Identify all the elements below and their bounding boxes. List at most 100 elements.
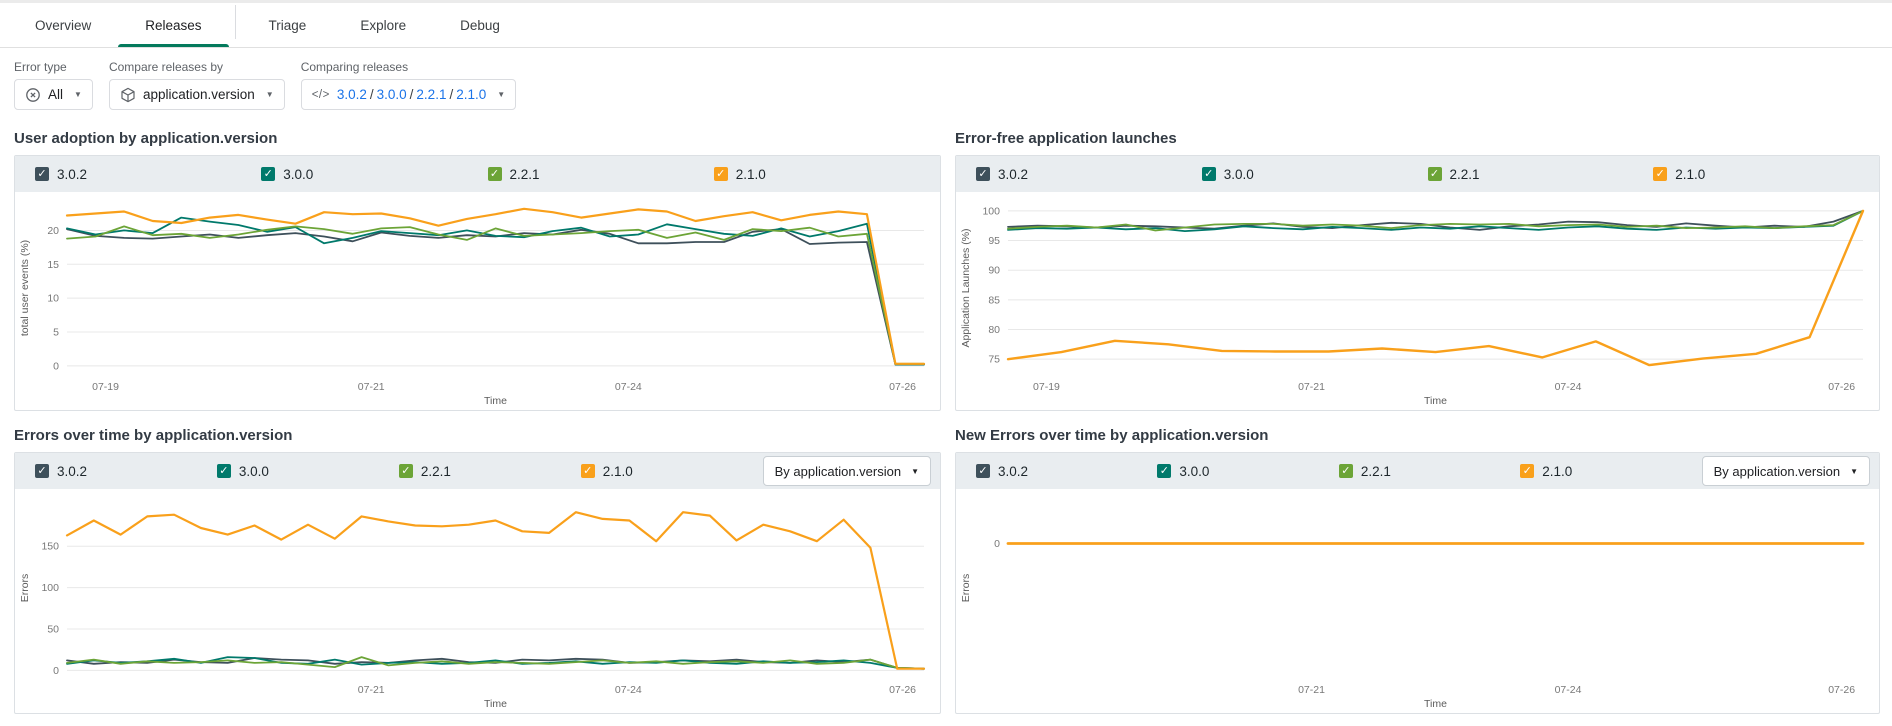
legend-item-2.1.0[interactable]: ✓ 2.1.0 (1520, 464, 1701, 479)
svg-text:07-19: 07-19 (92, 381, 119, 393)
legend-item-2.2.1[interactable]: ✓ 2.2.1 (488, 167, 714, 182)
group-by-dropdown[interactable]: By application.version▼ (763, 456, 931, 486)
legend-item-3.0.2[interactable]: ✓3.0.2 (976, 167, 1202, 182)
charts-grid: User adoption by application.version ✓3.… (0, 124, 1892, 714)
chart-panel: ✓3.0.2✓3.0.0✓2.2.1✓2.1.0 0510152007-1907… (14, 155, 941, 411)
error-type-label: Error type (14, 60, 93, 74)
version-link-3.0.0[interactable]: 3.0.0 (377, 87, 407, 102)
comparing-releases-dropdown[interactable]: </> 3.0.2/3.0.0/2.2.1/2.1.0 ▼ (301, 79, 516, 110)
legend-checkbox[interactable]: ✓ (35, 167, 49, 181)
legend-checkbox[interactable]: ✓ (488, 167, 502, 181)
chart-panel: ✓3.0.2✓3.0.0✓2.2.1✓2.1.0 758085909510007… (955, 155, 1880, 411)
tab-debug[interactable]: Debug (433, 3, 527, 47)
comparing-versions-list: 3.0.2/3.0.0/2.2.1/2.1.0 (337, 87, 486, 102)
legend-label: 2.1.0 (1675, 167, 1705, 182)
version-link-2.1.0[interactable]: 2.1.0 (456, 87, 486, 102)
legend-checkbox[interactable]: ✓ (976, 464, 990, 478)
legend-checkbox[interactable]: ✓ (399, 464, 413, 478)
chart-canvas: 007-2107-2407-26TimeErrors (956, 489, 1879, 713)
tab-releases[interactable]: Releases (118, 3, 228, 47)
legend-item-3.0.0[interactable]: ✓3.0.0 (217, 464, 399, 479)
legend-checkbox[interactable]: ✓ (1653, 167, 1667, 181)
legend-checkbox[interactable]: ✓ (714, 167, 728, 181)
legend-checkbox[interactable]: ✓ (1339, 464, 1353, 478)
legend: ✓3.0.2✓3.0.0✓2.2.1✓2.1.0By application.v… (956, 453, 1879, 489)
error-type-dropdown[interactable]: All ▼ (14, 79, 93, 110)
version-link-2.2.1[interactable]: 2.2.1 (416, 87, 446, 102)
tab-explore[interactable]: Explore (333, 3, 433, 47)
legend-item-3.0.0[interactable]: ✓3.0.0 (1202, 167, 1428, 182)
compare-by-filter: Compare releases by application.version … (109, 60, 285, 110)
legend-item-3.0.2[interactable]: ✓3.0.2 (35, 464, 217, 479)
releases-dashboard: Overview Releases Triage Explore Debug E… (0, 0, 1892, 726)
legend: ✓3.0.2✓3.0.0✓2.2.1✓2.1.0By application.v… (15, 453, 940, 489)
legend: ✓3.0.2✓3.0.0✓2.2.1✓2.1.0 (956, 156, 1879, 192)
legend-item-2.2.1[interactable]: ✓2.2.1 (399, 464, 581, 479)
chart-panel: ✓3.0.2✓3.0.0✓2.2.1✓2.1.0By application.v… (14, 452, 941, 714)
svg-text:07-26: 07-26 (889, 684, 916, 696)
version-separator: / (367, 87, 377, 102)
svg-text:100: 100 (982, 205, 1000, 217)
legend-item-3.0.2[interactable]: ✓3.0.2 (976, 464, 1157, 479)
svg-text:150: 150 (41, 541, 59, 553)
svg-text:total user events (%): total user events (%) (19, 240, 31, 336)
comparing-releases-label: Comparing releases (301, 60, 516, 74)
chevron-down-icon: ▼ (497, 90, 505, 99)
chart-canvas: 0510152007-1907-2107-2407-26Timetotal us… (15, 192, 940, 410)
svg-text:95: 95 (988, 235, 1000, 247)
group-by-dropdown[interactable]: By application.version▼ (1702, 456, 1870, 486)
legend-checkbox[interactable]: ✓ (261, 167, 275, 181)
svg-text:Time: Time (484, 395, 507, 407)
compare-by-value: application.version (143, 87, 255, 102)
legend-item-2.1.0[interactable]: ✓ 2.1.0 (1653, 167, 1879, 182)
chevron-down-icon: ▼ (1850, 467, 1858, 476)
legend-item-3.0.2[interactable]: ✓3.0.2 (35, 167, 261, 182)
legend-label: 2.2.1 (510, 167, 540, 182)
chart-title: User adoption by application.version (14, 130, 941, 147)
svg-text:20: 20 (47, 225, 59, 237)
svg-text:100: 100 (41, 582, 59, 594)
legend-item-2.2.1[interactable]: ✓2.2.1 (1339, 464, 1520, 479)
tab-divider (235, 5, 236, 39)
svg-text:90: 90 (988, 265, 1000, 277)
svg-text:Time: Time (1424, 698, 1447, 710)
svg-text:07-26: 07-26 (1828, 684, 1855, 696)
legend-checkbox[interactable]: ✓ (1520, 464, 1534, 478)
chart-title: Error-free application launches (955, 130, 1880, 147)
legend-checkbox[interactable]: ✓ (976, 167, 990, 181)
error-type-filter: Error type All ▼ (14, 60, 93, 110)
legend-item-2.1.0[interactable]: ✓2.1.0 (714, 167, 940, 182)
version-link-3.0.2[interactable]: 3.0.2 (337, 87, 367, 102)
svg-text:07-19: 07-19 (1033, 381, 1060, 393)
legend-label: 3.0.0 (1179, 464, 1209, 479)
chart-user-adoption: User adoption by application.version ✓3.… (14, 124, 941, 411)
legend-label: 2.1.0 (603, 464, 633, 479)
svg-text:0: 0 (994, 538, 1000, 550)
chart-errors-over-time: Errors over time by application.version … (14, 411, 941, 714)
legend-item-2.1.0[interactable]: ✓ 2.1.0 (581, 464, 763, 479)
svg-text:07-21: 07-21 (1298, 381, 1325, 393)
group-by-value: By application.version (775, 464, 901, 479)
legend-item-3.0.0[interactable]: ✓ 3.0.0 (261, 167, 487, 182)
error-circle-icon (25, 87, 41, 103)
tab-triage[interactable]: Triage (242, 3, 334, 47)
legend-label: 2.1.0 (1542, 464, 1572, 479)
legend-checkbox[interactable]: ✓ (1202, 167, 1216, 181)
svg-text:07-21: 07-21 (1298, 684, 1325, 696)
top-tab-bar: Overview Releases Triage Explore Debug (0, 3, 1892, 48)
legend-checkbox[interactable]: ✓ (217, 464, 231, 478)
compare-by-dropdown[interactable]: application.version ▼ (109, 79, 285, 110)
svg-text:07-26: 07-26 (1828, 381, 1855, 393)
legend-checkbox[interactable]: ✓ (1157, 464, 1171, 478)
legend-item-3.0.0[interactable]: ✓ 3.0.0 (1157, 464, 1338, 479)
compare-by-label: Compare releases by (109, 60, 285, 74)
legend-checkbox[interactable]: ✓ (35, 464, 49, 478)
legend-label: 3.0.0 (283, 167, 313, 182)
legend-checkbox[interactable]: ✓ (1428, 167, 1442, 181)
legend-item-2.2.1[interactable]: ✓2.2.1 (1428, 167, 1654, 182)
svg-text:85: 85 (988, 294, 1000, 306)
plot-area: 007-2107-2407-26TimeErrors (956, 489, 1879, 713)
legend-checkbox[interactable]: ✓ (581, 464, 595, 478)
svg-text:Errors: Errors (19, 574, 31, 603)
tab-overview[interactable]: Overview (8, 3, 118, 47)
